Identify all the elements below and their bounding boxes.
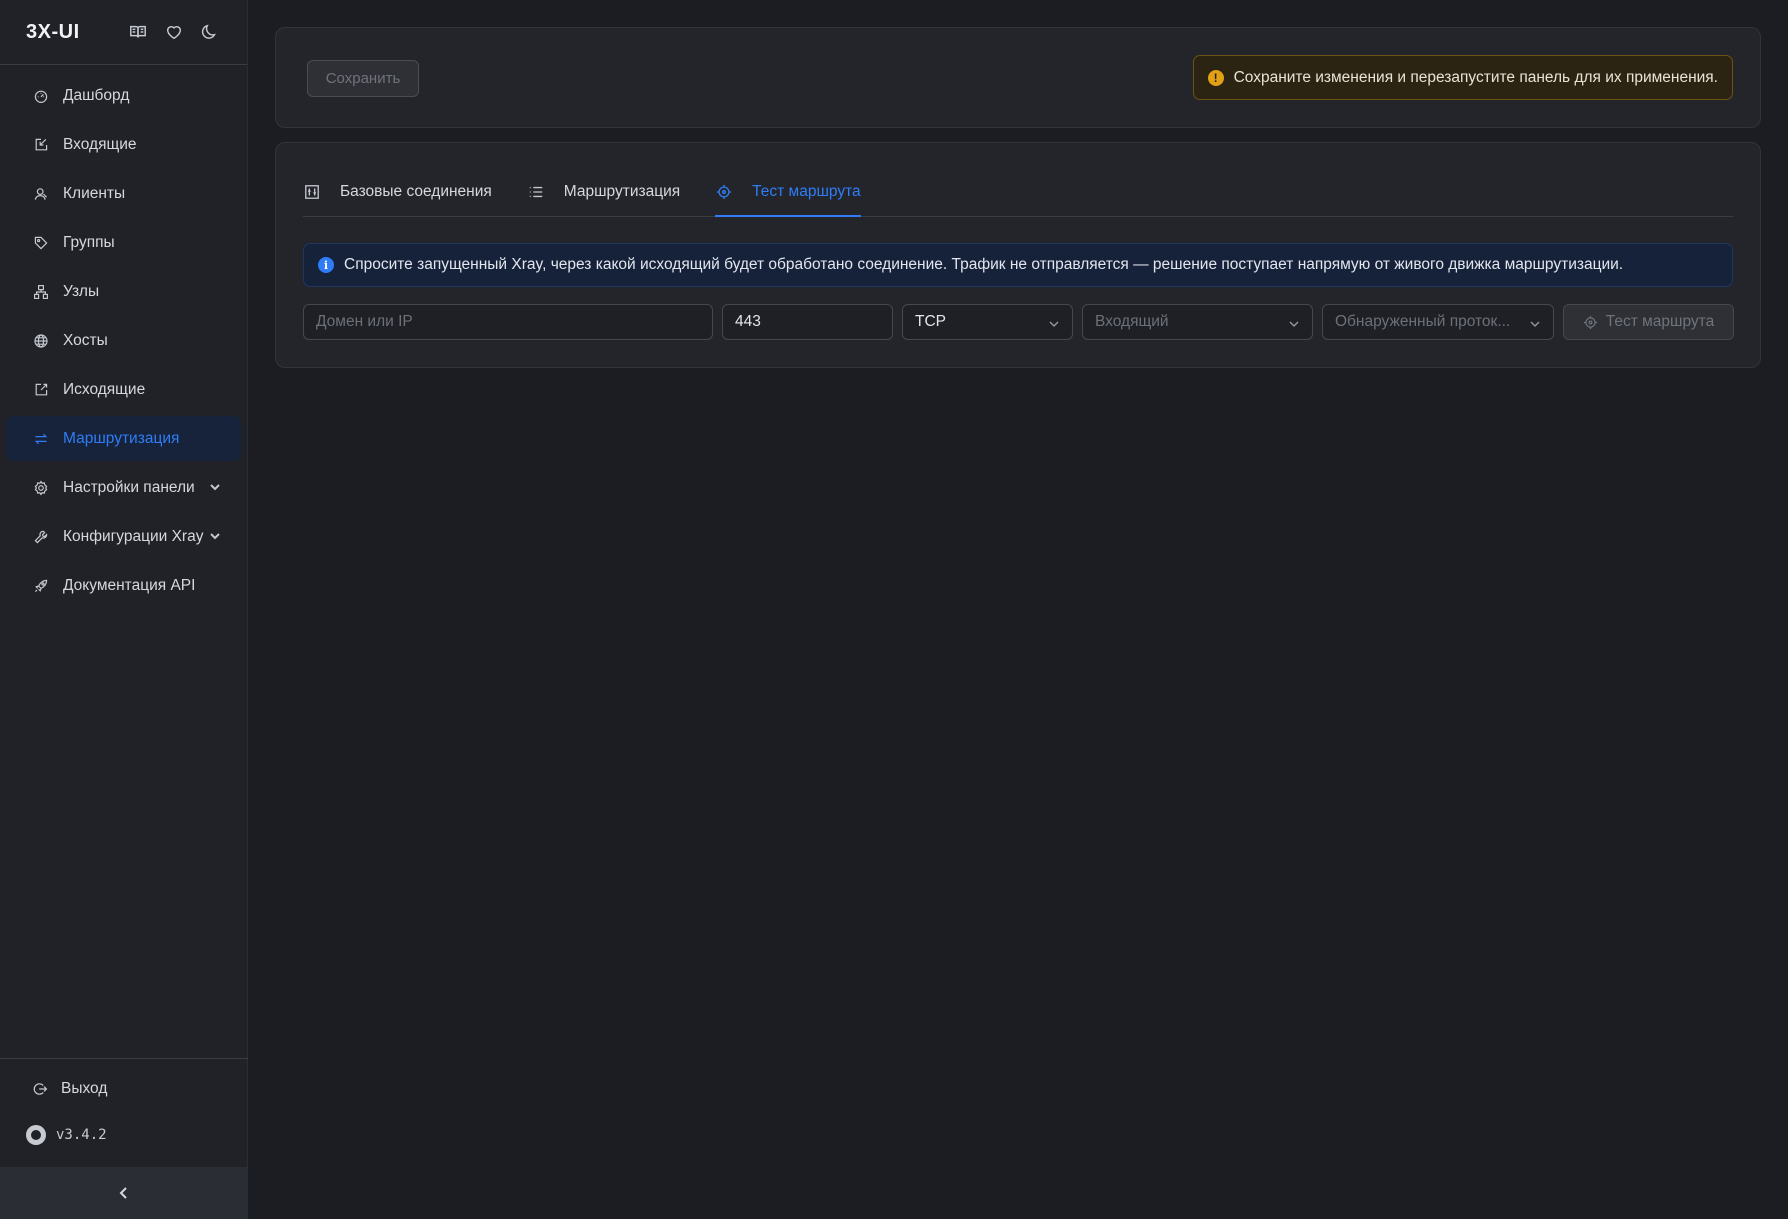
logout-label: Выход [61, 1080, 108, 1097]
cluster-icon [32, 283, 50, 301]
book-icon[interactable] [127, 21, 149, 43]
sidebar-item-xray-configs[interactable]: Конфигурации Xray [6, 514, 241, 559]
chevron-down-icon [1529, 317, 1541, 329]
logout-icon [33, 1083, 48, 1095]
sidebar-item-label: Группы [63, 233, 115, 251]
app-root: 3X-UI Дашборд Входящие Клиенты Группы Уз… [0, 0, 1788, 1219]
sidebar-item-outbounds[interactable]: Исходящие [6, 367, 241, 412]
warning-text: Сохраните изменения и перезапустите пане… [1233, 68, 1718, 86]
github-icon [26, 1125, 46, 1145]
tab-label: Тест маршрута [752, 183, 861, 200]
sidebar-item-label: Хосты [63, 331, 108, 349]
dashboard-icon [32, 87, 50, 105]
globe-icon [32, 332, 50, 350]
tab-label: Маршрутизация [563, 183, 681, 200]
tab-routing[interactable]: Маршрутизация [527, 168, 680, 216]
brand-bar: 3X-UI [0, 0, 247, 65]
outbound-icon [32, 381, 50, 399]
rocket-icon [32, 577, 50, 595]
sidebar-item-hosts[interactable]: Хосты [6, 318, 241, 363]
sidebar-item-label: Маршрутизация [63, 429, 180, 447]
chevron-left-icon [119, 1187, 127, 1199]
domain-input[interactable]: Домен или IP [303, 304, 713, 340]
route-test-form: Домен или IP 443 TCP Входящий Обнаруженн… [303, 304, 1734, 340]
port-input[interactable]: 443 [722, 304, 893, 340]
gear-icon [32, 479, 50, 497]
sidebar-item-label: Дашборд [63, 86, 130, 104]
sidebar-item-label: Документация API [63, 576, 196, 594]
inbound-select[interactable]: Входящий [1082, 304, 1313, 340]
chevron-down-icon [1048, 317, 1060, 329]
list-icon [527, 183, 545, 201]
tab-route-test[interactable]: Тест маршрута [715, 168, 862, 217]
sidebar-collapse-button[interactable] [0, 1167, 248, 1219]
sidebar-item-clients[interactable]: Клиенты [6, 171, 241, 216]
aim-icon [715, 183, 733, 201]
sidebar-item-nodes[interactable]: Узлы [6, 269, 241, 314]
chevron-down-icon [209, 480, 221, 492]
tag-icon [32, 234, 50, 252]
tab-label: Базовые соединения [340, 183, 492, 200]
brand-icons [127, 21, 221, 43]
protocol-select[interactable]: Обнаруженный проток... [1322, 304, 1554, 340]
sidebar-footer: Выход v3.4.2 [0, 1058, 248, 1219]
version-label: v3.4.2 [56, 1127, 107, 1143]
tab-basic-connections[interactable]: Базовые соединения [303, 168, 492, 216]
sidebar: 3X-UI Дашборд Входящие Клиенты Группы Уз… [0, 0, 248, 1219]
domain-placeholder: Домен или IP [316, 313, 413, 330]
route-test-button-label: Тест маршрута [1605, 313, 1715, 330]
routing-tabs: Базовые соединения Маршрутизация Тест ма… [303, 168, 1733, 217]
info-icon: i [318, 257, 334, 273]
sidebar-item-dashboard[interactable]: Дашборд [6, 73, 241, 118]
sidebar-item-groups[interactable]: Группы [6, 220, 241, 265]
version-link[interactable]: v3.4.2 [0, 1109, 248, 1161]
routing-card: Базовые соединения Маршрутизация Тест ма… [275, 142, 1761, 368]
route-test-info: i Спросите запущенный Xray, через какой … [303, 243, 1733, 287]
chevron-down-icon [209, 529, 221, 541]
heart-icon[interactable] [163, 21, 185, 43]
protocol-placeholder: Обнаруженный проток... [1335, 313, 1511, 330]
save-button[interactable]: Сохранить [307, 60, 419, 97]
divider [0, 1058, 248, 1059]
sidebar-item-label: Узлы [63, 282, 100, 300]
brand-title: 3X-UI [26, 20, 80, 43]
sidebar-item-routing[interactable]: Маршрутизация [6, 416, 241, 461]
sidebar-item-api-docs[interactable]: Документация API [6, 563, 241, 608]
sidebar-item-panel-settings[interactable]: Настройки панели [6, 465, 241, 510]
inbound-placeholder: Входящий [1095, 313, 1169, 330]
sliders-icon [303, 183, 321, 201]
network-select[interactable]: TCP [902, 304, 1073, 340]
sidebar-item-label: Клиенты [63, 184, 126, 202]
moon-icon[interactable] [199, 21, 221, 43]
sidebar-item-label: Исходящие [63, 380, 146, 398]
inbound-icon [32, 136, 50, 154]
sidebar-menu: Дашборд Входящие Клиенты Группы Узлы Хос… [0, 65, 247, 608]
info-text: Спросите запущенный Xray, через какой ис… [344, 256, 1624, 273]
wrench-icon [32, 528, 50, 546]
sidebar-item-inbounds[interactable]: Входящие [6, 122, 241, 167]
swap-icon [32, 430, 50, 448]
save-card: Сохранить ! Сохраните изменения и переза… [275, 27, 1761, 128]
sidebar-item-label: Входящие [63, 135, 137, 153]
users-icon [32, 185, 50, 203]
warning-icon: ! [1207, 69, 1224, 86]
chevron-down-icon [1288, 317, 1300, 329]
route-test-button[interactable]: Тест маршрута [1563, 304, 1734, 340]
logout-button[interactable]: Выход [0, 1069, 248, 1109]
port-value: 443 [735, 313, 761, 330]
sidebar-item-label: Конфигурации Xray [63, 527, 204, 545]
aim-icon [1583, 315, 1597, 329]
network-value: TCP [915, 313, 946, 330]
restart-warning: ! Сохраните изменения и перезапустите па… [1192, 55, 1733, 100]
sidebar-item-label: Настройки панели [63, 478, 195, 496]
